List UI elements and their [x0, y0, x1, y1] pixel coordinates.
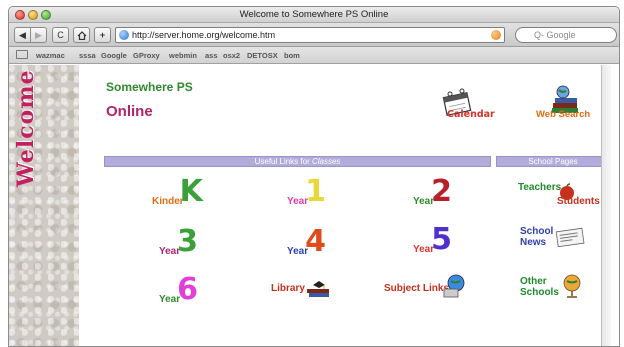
school-pages-bar: School Pages	[496, 156, 610, 167]
bookmark-item[interactable]: wazmac	[36, 51, 65, 60]
library-label: Library	[271, 283, 305, 294]
year-4-link[interactable]: Year 4	[287, 224, 327, 259]
year-6-mark: 6	[177, 272, 199, 307]
rss-icon[interactable]	[491, 30, 501, 40]
globe-stand-icon	[563, 274, 581, 298]
subject-links-link[interactable]: Subject Links	[384, 283, 449, 294]
calendar-link[interactable]: Calendar	[447, 109, 495, 120]
search-input[interactable]: Q- Google	[515, 27, 617, 43]
bookmark-item[interactable]: sssa	[79, 51, 96, 60]
forward-arrow-icon: ▶	[35, 29, 42, 40]
students-link[interactable]: Students	[557, 197, 600, 207]
subject-links-label: Subject Links	[384, 283, 450, 294]
year-1-mark: 1	[305, 174, 327, 209]
browser-toolbar: ◀ ▶ C + http://server.home.org/welcome.h…	[9, 23, 619, 47]
library-link[interactable]: Library	[271, 283, 305, 294]
reload-icon: C	[57, 30, 64, 40]
year-4-mark: 4	[305, 224, 327, 259]
bookmark-item[interactable]: ass	[205, 51, 218, 60]
home-icon	[77, 30, 86, 40]
add-bookmark-button[interactable]: +	[94, 27, 111, 43]
browser-window: Welcome to Somewhere PS Online ◀ ▶ C + h…	[8, 6, 620, 347]
kinder-link[interactable]: Kinder K	[152, 174, 203, 209]
vertical-scrollbar[interactable]	[601, 65, 611, 346]
library-books-icon	[307, 281, 329, 297]
back-arrow-icon: ◀	[19, 29, 26, 40]
school-news-school-link[interactable]: School	[520, 227, 553, 237]
teachers-link[interactable]: Teachers	[518, 183, 561, 193]
year-6-link[interactable]: Year 6	[159, 272, 199, 307]
useful-links-bar: Useful Links for Classes	[104, 156, 491, 167]
kinder-mark: K	[179, 174, 203, 209]
newspaper-icon	[555, 227, 585, 247]
school-pages-title: School Pages	[528, 157, 578, 166]
bookmark-item[interactable]: Google	[101, 51, 127, 60]
school-name: Somewhere PS	[106, 80, 193, 94]
useful-links-classes: Classes	[311, 157, 341, 166]
window-title: Welcome to Somewhere PS Online	[239, 9, 389, 20]
search-placeholder: Q- Google	[534, 30, 576, 40]
computer-globe-icon	[443, 274, 465, 298]
year-3-mark: 3	[177, 224, 199, 259]
year-5-mark: 5	[431, 222, 453, 257]
forward-button[interactable]: ▶	[30, 27, 47, 43]
bookmark-item[interactable]: GProxy	[133, 51, 160, 60]
welcome-title: Welcome	[13, 69, 39, 187]
address-bar[interactable]: http://server.home.org/welcome.htm	[115, 27, 505, 43]
other-schools-schools-link[interactable]: Schools	[520, 288, 559, 298]
school-online-heading: Online	[106, 103, 153, 120]
web-search-link[interactable]: Web Search	[536, 109, 590, 120]
school-news-news-link[interactable]: News	[520, 238, 546, 248]
globe-icon	[119, 30, 129, 40]
bookmark-item[interactable]: DETOSX	[247, 51, 278, 60]
welcome-sidebar: Welcome	[9, 65, 79, 346]
bookmarks-book-icon[interactable]	[16, 50, 28, 59]
year-2-mark: 2	[431, 174, 453, 209]
bookmark-item[interactable]: webmin	[169, 51, 197, 60]
bookmark-item[interactable]: bom	[284, 51, 300, 60]
year-5-link[interactable]: Year 5	[413, 222, 453, 257]
year-2-link[interactable]: Year 2	[413, 174, 453, 209]
reload-button[interactable]: C	[52, 27, 69, 43]
other-schools-other-link[interactable]: Other	[520, 277, 547, 287]
bookmark-item[interactable]: osx2	[223, 51, 240, 60]
year-1-link[interactable]: Year 1	[287, 174, 327, 209]
year-3-link[interactable]: Year 3	[159, 224, 199, 259]
page-content: Welcome Somewhere PS Online Calendar Web…	[9, 65, 611, 346]
plus-icon: +	[99, 30, 106, 40]
title-bar: Welcome to Somewhere PS Online	[9, 7, 619, 23]
useful-links-title: Useful Links for	[254, 157, 312, 166]
back-button[interactable]: ◀	[14, 27, 31, 43]
address-text: http://server.home.org/welcome.htm	[132, 30, 276, 40]
home-button[interactable]	[73, 27, 90, 43]
bookmarks-bar: wazmac sssa Google GProxy webmin ass osx…	[9, 47, 619, 64]
